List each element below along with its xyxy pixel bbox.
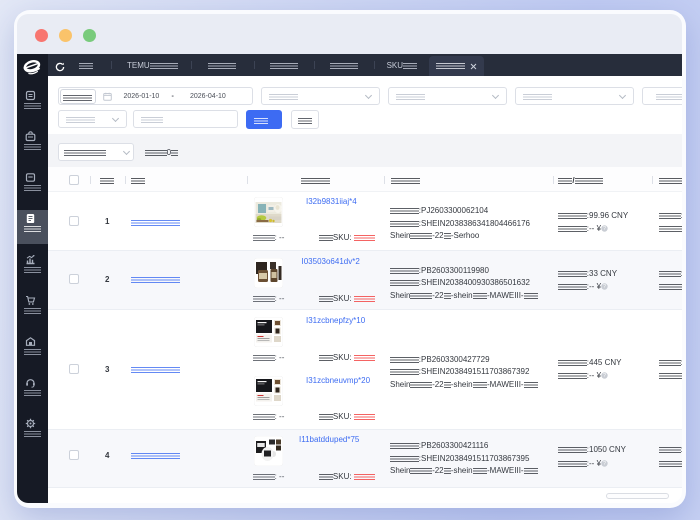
svg-text:?: ?	[603, 373, 606, 379]
svg-text:?: ?	[603, 284, 606, 290]
svg-text:?: ?	[603, 461, 606, 467]
svg-text:?: ?	[603, 226, 606, 232]
